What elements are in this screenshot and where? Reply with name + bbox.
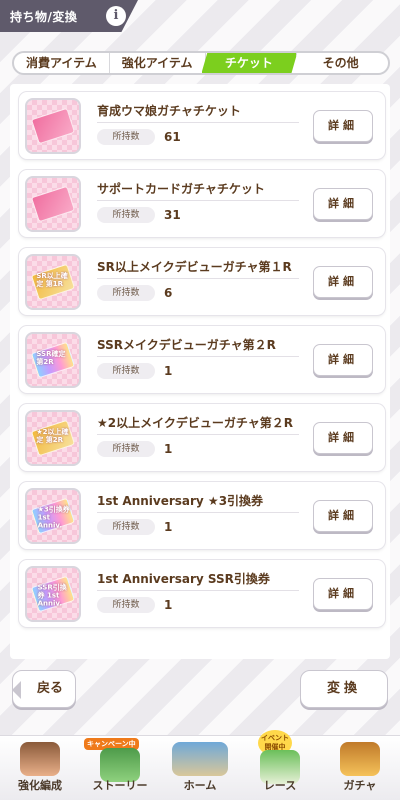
detail-button[interactable]: 詳細 <box>313 266 373 298</box>
ticket-thumbnail: SSR確定 第2R <box>25 332 81 388</box>
list-item: SSR引換券 1st Anniv. 1st Anniversary SSR引換券… <box>19 560 385 627</box>
item-name: SSRメイクデビューガチャ第２R <box>97 338 276 352</box>
ticket-text: SSR引換券 1st Anniv. <box>37 583 67 608</box>
ticket-icon: ★3引換券 1st Anniv. <box>30 497 76 535</box>
nav-race[interactable]: イベント開催中 レース <box>240 730 320 800</box>
ticket-text: ★2以上確定 第2R <box>36 427 69 444</box>
ticket-thumbnail: ★2以上確定 第2R <box>25 410 81 466</box>
ticket-text: ★3引換券 1st Anniv. <box>37 505 70 530</box>
owned-label: 所持数 <box>97 129 155 145</box>
owned-label: 所持数 <box>97 285 155 301</box>
owned-label: 所持数 <box>97 597 155 613</box>
page-header: 持ち物/変換 i <box>0 0 138 32</box>
owned-count: 6 <box>164 286 173 300</box>
item-name: 1st Anniversary SSR引換券 <box>97 572 270 586</box>
nav-label: ホーム <box>183 779 217 792</box>
ticket-list[interactable]: 育成ウマ娘ガチャチケット 所持数 61 詳細 サポートカードガチャチケット 所持… <box>10 84 390 659</box>
category-tabs: 消費アイテム 強化アイテム チケット その他 <box>12 51 390 75</box>
ticket-text: SSR確定 第2R <box>36 349 66 366</box>
ticket-icon: SR以上確定 第1R <box>30 263 76 301</box>
ticket-thumbnail: SSR引換券 1st Anniv. <box>25 566 81 622</box>
detail-button[interactable]: 詳細 <box>313 578 373 610</box>
nav-label: ガチャ <box>343 779 377 792</box>
gacha-gate-icon <box>340 742 380 776</box>
info-icon[interactable]: i <box>106 6 126 26</box>
list-item: SR以上確定 第1R SR以上メイクデビューガチャ第１R 所持数 6 詳細 <box>19 248 385 315</box>
owned-label: 所持数 <box>97 519 155 535</box>
nav-home[interactable]: ホーム <box>160 736 240 800</box>
divider <box>97 590 299 591</box>
nav-gacha[interactable]: ガチャ <box>320 736 400 800</box>
list-item: サポートカードガチャチケット 所持数 31 詳細 <box>19 170 385 237</box>
item-name: SR以上メイクデビューガチャ第１R <box>97 260 292 274</box>
owned-count: 1 <box>164 598 173 612</box>
tab-enhancement[interactable]: 強化アイテム <box>110 53 206 73</box>
owned-label: 所持数 <box>97 207 155 223</box>
divider <box>97 512 299 513</box>
divider <box>97 200 299 201</box>
ticket-icon: SSR確定 第2R <box>30 341 76 379</box>
owned-count: 1 <box>164 442 173 456</box>
owned-label: 所持数 <box>97 441 155 457</box>
divider <box>97 278 299 279</box>
bottom-nav: 強化編成 キャンペーン中 ストーリー ホーム イベント開催中 レース ガチャ <box>0 730 400 800</box>
back-button[interactable]: 戻る <box>12 670 76 708</box>
nav-label: ストーリー <box>92 779 148 792</box>
detail-button[interactable]: 詳細 <box>313 344 373 376</box>
nav-label: 強化編成 <box>18 779 62 792</box>
detail-button[interactable]: 詳細 <box>313 422 373 454</box>
divider <box>97 434 299 435</box>
ticket-icon: ★2以上確定 第2R <box>30 419 76 457</box>
ticket-icon: SSR引換券 1st Anniv. <box>30 575 76 613</box>
nav-label: レース <box>263 779 297 792</box>
item-name: 育成ウマ娘ガチャチケット <box>97 104 241 118</box>
tab-consumables[interactable]: 消費アイテム <box>14 53 110 73</box>
list-item: 育成ウマ娘ガチャチケット 所持数 61 詳細 <box>19 92 385 159</box>
owned-count: 61 <box>164 130 181 144</box>
owned-count: 1 <box>164 520 173 534</box>
divider <box>97 356 299 357</box>
ticket-text: SR以上確定 第1R <box>36 271 68 288</box>
detail-button[interactable]: 詳細 <box>313 188 373 220</box>
ticket-icon <box>30 107 76 145</box>
item-name: サポートカードガチャチケット <box>97 182 265 196</box>
owned-count: 31 <box>164 208 181 222</box>
ticket-thumbnail <box>25 98 81 154</box>
ticket-thumbnail: ★3引換券 1st Anniv. <box>25 488 81 544</box>
ticket-thumbnail: SR以上確定 第1R <box>25 254 81 310</box>
item-name: ★2以上メイクデビューガチャ第２R <box>97 416 293 430</box>
owned-label: 所持数 <box>97 363 155 379</box>
owned-count: 1 <box>164 364 173 378</box>
home-building-icon <box>172 742 228 776</box>
detail-button[interactable]: 詳細 <box>313 110 373 142</box>
ticket-thumbnail <box>25 176 81 232</box>
item-name: 1st Anniversary ★3引換券 <box>97 494 264 508</box>
tab-tickets[interactable]: チケット <box>201 53 298 73</box>
list-item: ★3引換券 1st Anniv. 1st Anniversary ★3引換券 所… <box>19 482 385 549</box>
detail-button[interactable]: 詳細 <box>313 500 373 532</box>
list-item: ★2以上確定 第2R ★2以上メイクデビューガチャ第２R 所持数 1 詳細 <box>19 404 385 471</box>
list-item: SSR確定 第2R SSRメイクデビューガチャ第２R 所持数 1 詳細 <box>19 326 385 393</box>
ticket-icon <box>30 185 76 223</box>
nav-story[interactable]: キャンペーン中 ストーリー <box>80 736 160 800</box>
tab-other[interactable]: その他 <box>293 53 388 73</box>
convert-button[interactable]: 変換 <box>300 670 388 708</box>
page-title: 持ち物/変換 <box>10 10 78 24</box>
divider <box>97 122 299 123</box>
character-icon <box>20 742 60 776</box>
nav-enhance[interactable]: 強化編成 <box>0 736 80 800</box>
